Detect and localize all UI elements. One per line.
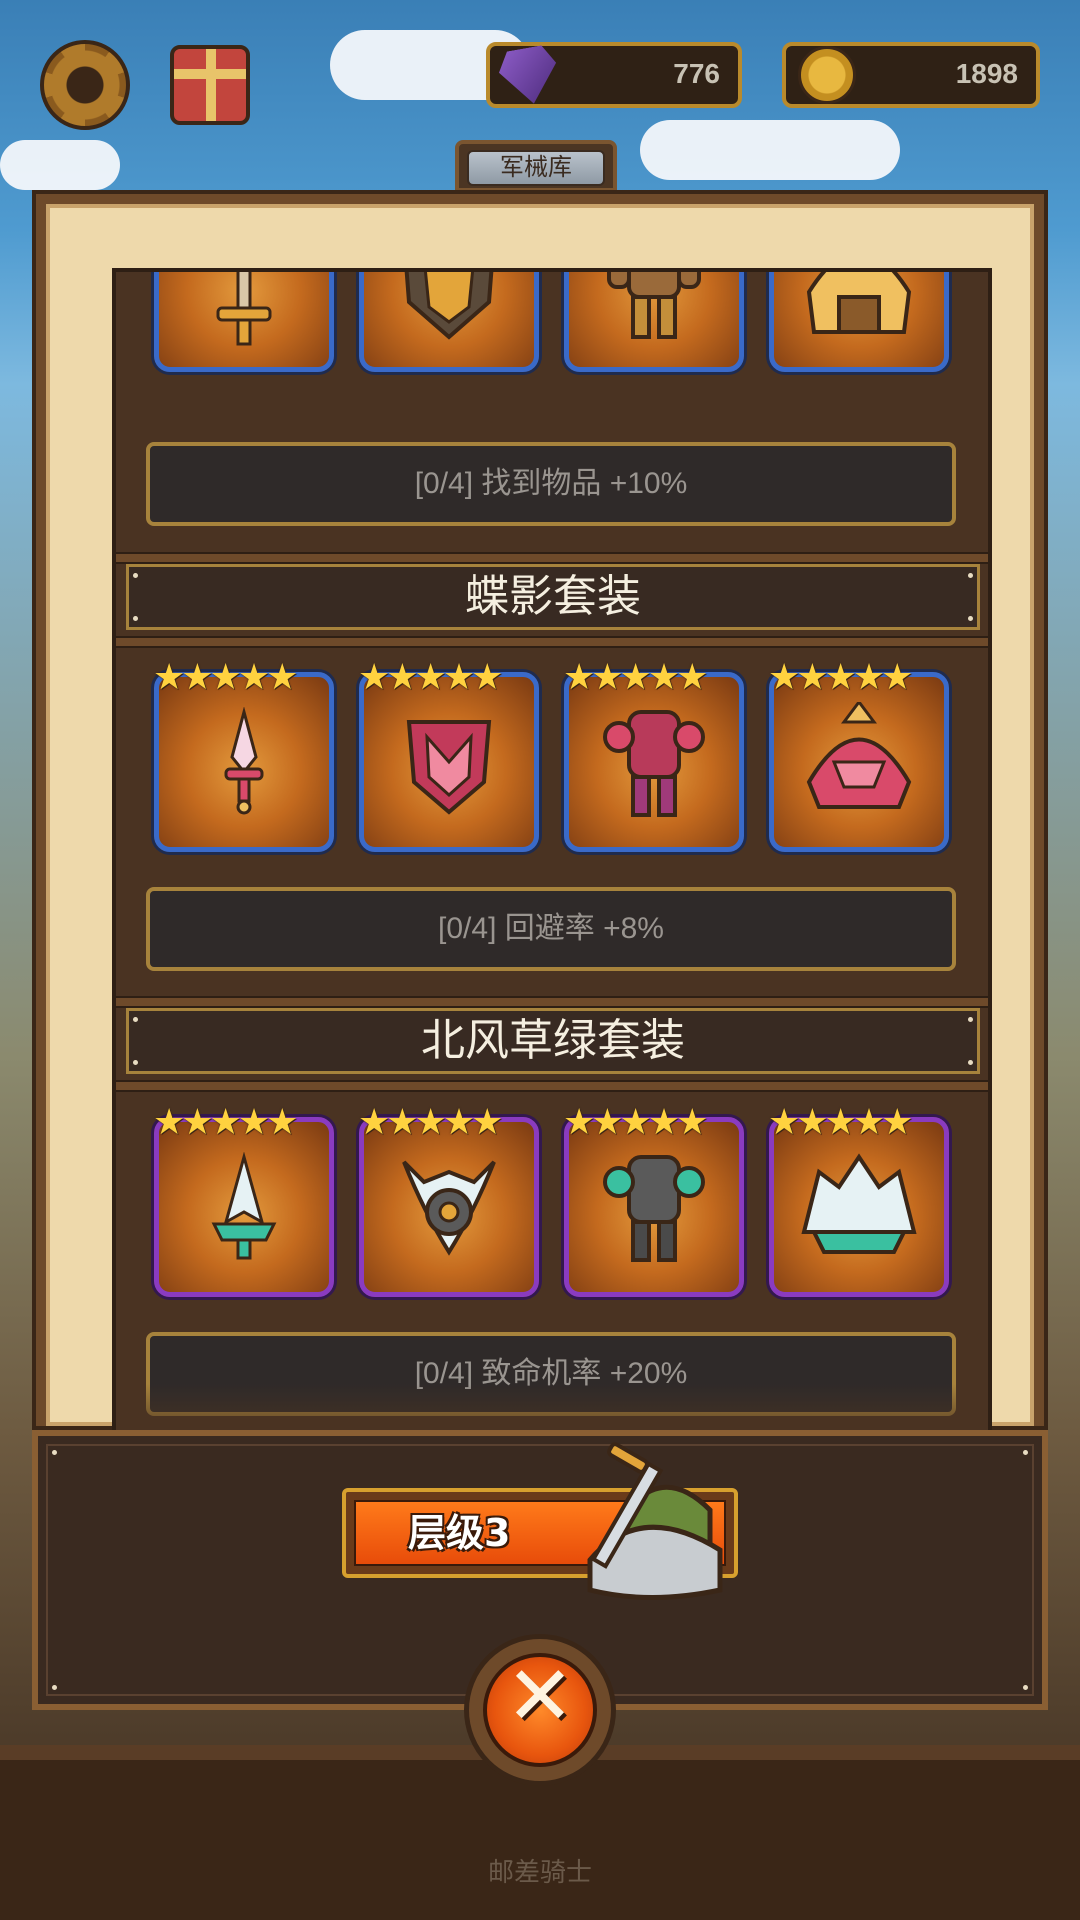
- set-divider: [116, 996, 988, 1008]
- gem-icon: [496, 43, 563, 108]
- helmet-icon: [806, 272, 912, 334]
- rivet: [968, 1060, 973, 1065]
- background-cloud: [0, 140, 120, 190]
- equipment-set-list[interactable]: [0/4] 找到物品 +10% 蝶影套装 ★★★★★ ★★★★★ ★★★★★ ★…: [112, 268, 992, 1448]
- set-2-title: 蝶影套装: [465, 571, 641, 622]
- coin-counter: 1898: [782, 42, 1040, 108]
- set-3-title: 北风草绿套装: [421, 1015, 685, 1066]
- set-3-item-shield[interactable]: ★★★★★: [358, 1102, 539, 1297]
- footer-caption: 邮差骑士: [487, 1858, 592, 1888]
- armory-tab[interactable]: 军械库: [455, 140, 617, 192]
- set-1-item-shield[interactable]: [359, 272, 539, 372]
- rivet: [133, 1017, 138, 1022]
- set-3-title-banner: 北风草绿套装: [126, 1008, 980, 1074]
- helmet-icon: [806, 702, 912, 809]
- set-2-item-helmet[interactable]: ★★★★★: [768, 657, 949, 852]
- sword-icon: [216, 272, 272, 346]
- rivet: [133, 616, 138, 621]
- gear-icon[interactable]: [40, 40, 130, 130]
- set-2-bonus: [0/4] 回避率 +8%: [146, 887, 956, 971]
- helmet-icon: [801, 1153, 917, 1254]
- gem-counter: 776: [486, 42, 742, 108]
- armory-panel: [0/4] 找到物品 +10% 蝶影套装 ★★★★★ ★★★★★ ★★★★★ ★…: [32, 190, 1048, 1448]
- set-1-bonus: [0/4] 找到物品 +10%: [146, 442, 956, 526]
- set-divider: [116, 1080, 988, 1092]
- rarity-stars: ★★★★★: [153, 657, 298, 698]
- rarity-stars: ★★★★★: [768, 657, 913, 698]
- rarity-stars: ★★★★★: [563, 1102, 708, 1143]
- armor-icon: [603, 710, 705, 817]
- rivet: [1023, 1450, 1028, 1455]
- rivet: [52, 1685, 57, 1690]
- background-cloud: [640, 120, 900, 180]
- rivet: [133, 573, 138, 578]
- dagger-icon: [224, 707, 264, 815]
- set-1-item-armor[interactable]: [564, 272, 744, 372]
- close-icon: ✕: [505, 1649, 575, 1744]
- parchment-background: [0/4] 找到物品 +10% 蝶影套装 ★★★★★ ★★★★★ ★★★★★ ★…: [46, 204, 1034, 1448]
- set-3-item-armor[interactable]: ★★★★★: [563, 1102, 744, 1297]
- set-2-title-banner: 蝶影套装: [126, 564, 980, 630]
- rarity-stars: ★★★★★: [768, 1102, 913, 1143]
- spear-icon: [211, 1152, 277, 1260]
- shield-icon: [402, 1160, 496, 1256]
- armor-icon: [607, 272, 701, 339]
- coin-icon: [798, 46, 856, 104]
- rivet: [968, 616, 973, 621]
- set-divider: [116, 552, 988, 564]
- gift-icon[interactable]: [170, 45, 250, 125]
- rivet: [1023, 1685, 1028, 1690]
- shield-icon: [404, 272, 494, 340]
- butterfly-shield-icon: [406, 720, 492, 815]
- armory-tab-label: 军械库: [467, 150, 605, 186]
- coin-count: 1898: [955, 58, 1018, 89]
- set-1-item-sword[interactable]: [154, 272, 334, 372]
- set-2-item-dagger[interactable]: ★★★★★: [153, 657, 334, 852]
- close-button[interactable]: ✕: [464, 1634, 616, 1786]
- armor-icon: [603, 1155, 705, 1262]
- set-1-item-helmet[interactable]: [769, 272, 949, 372]
- rivet: [968, 1017, 973, 1022]
- rarity-stars: ★★★★★: [153, 1102, 298, 1143]
- rivet: [133, 1060, 138, 1065]
- set-2-item-armor[interactable]: ★★★★★: [563, 657, 744, 852]
- level-label: 层级3: [408, 1511, 511, 1555]
- set-2-item-shield[interactable]: ★★★★★: [358, 657, 539, 852]
- rivet: [52, 1450, 57, 1455]
- rarity-stars: ★★★★★: [358, 657, 503, 698]
- set-divider: [116, 636, 988, 648]
- knight-helmet-icon: [587, 1442, 723, 1600]
- rarity-stars: ★★★★★: [563, 657, 708, 698]
- rivet: [968, 573, 973, 578]
- set-3-item-spear[interactable]: ★★★★★: [153, 1102, 334, 1297]
- gem-count: 776: [673, 58, 720, 89]
- set-3-item-helmet[interactable]: ★★★★★: [768, 1102, 949, 1297]
- rarity-stars: ★★★★★: [358, 1102, 503, 1143]
